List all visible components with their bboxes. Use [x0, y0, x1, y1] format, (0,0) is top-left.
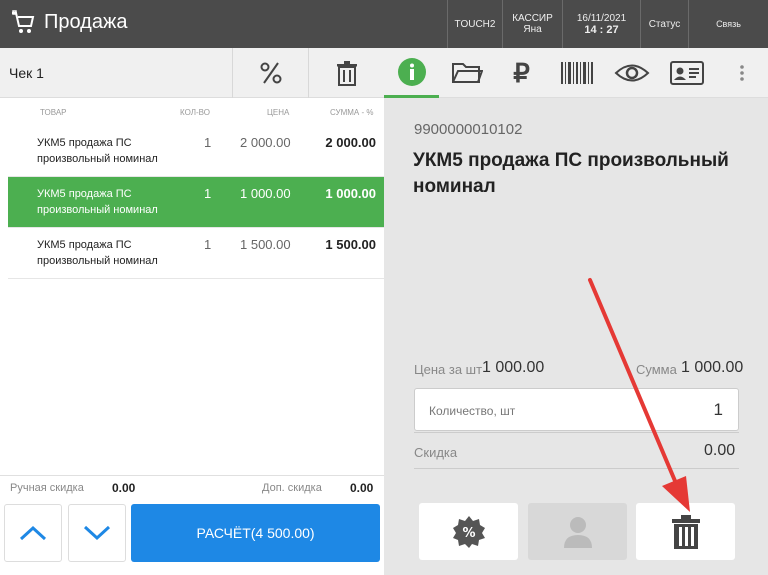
- tab-payment[interactable]: ₽: [494, 48, 549, 98]
- tab-folder[interactable]: [439, 48, 494, 98]
- extra-discount-label: Доп. скидка: [262, 482, 322, 494]
- table-row[interactable]: УКМ5 продажа ПС произвольный номинал 1 2…: [8, 126, 384, 177]
- scroll-down-button[interactable]: [68, 504, 126, 562]
- divider: [0, 475, 384, 476]
- quantity-field[interactable]: Количество, шт 1: [414, 388, 739, 431]
- table-row[interactable]: УКМ5 продажа ПС произвольный номинал 1 1…: [8, 228, 384, 279]
- item-discount-button[interactable]: %: [419, 503, 518, 560]
- check-title: Чек 1: [9, 65, 44, 81]
- date-text: 16/11/2021: [576, 12, 627, 24]
- pay-button[interactable]: РАСЧЁТ(4 500.00): [131, 504, 380, 562]
- clear-check-button[interactable]: [308, 48, 384, 98]
- item-price: 1 500.00: [240, 237, 291, 252]
- terminal-label: TOUCH2: [454, 18, 496, 30]
- tab-view[interactable]: [604, 48, 659, 98]
- check-panel: Чек 1 ТОВАР КОЛ-ВО ЦЕНА СУММА - % УКМ5 п…: [0, 48, 384, 575]
- unit-price-label: Цена за шт: [414, 362, 483, 377]
- tab-info[interactable]: [384, 48, 439, 98]
- divider: [414, 468, 739, 469]
- pay-button-label: РАСЧЁТ(4 500.00): [196, 525, 315, 541]
- item-qty: 1: [204, 186, 212, 201]
- item-qty: 1: [204, 135, 212, 150]
- chevron-down-icon: [83, 525, 111, 541]
- quantity-label: Количество, шт: [429, 404, 516, 418]
- more-menu-button[interactable]: [714, 48, 768, 98]
- percent-icon: [260, 62, 281, 84]
- item-name: УКМ5 продажа ПС произвольный номинал: [37, 137, 158, 165]
- tab-barcode[interactable]: [549, 48, 604, 98]
- check-items: УКМ5 продажа ПС произвольный номинал 1 2…: [8, 126, 384, 279]
- trash-icon: [336, 61, 357, 86]
- sum-value: 1 000.00: [681, 359, 744, 376]
- more-vert-icon: [739, 65, 744, 81]
- unit-price-value: 1 000.00: [482, 359, 545, 376]
- sum-label: Сумма: [636, 362, 677, 377]
- item-qty: 1: [204, 237, 212, 252]
- terminal-name: TOUCH2: [447, 0, 502, 48]
- item-price: 1 000.00: [240, 186, 291, 201]
- quantity-value: 1: [713, 400, 723, 419]
- link-label: Связь: [716, 19, 741, 29]
- discount-value: 0.00: [704, 442, 736, 459]
- top-bar: Продажа TOUCH2 КАССИР Яна 16/11/2021 14 …: [0, 0, 768, 48]
- datetime: 16/11/2021 14 : 27: [562, 0, 640, 48]
- trash-icon: [671, 514, 700, 549]
- link-button[interactable]: Связь: [688, 0, 768, 48]
- col-qty-header: КОЛ-ВО: [180, 108, 210, 117]
- item-title: УКМ5 продажа ПС произвольный номинал: [413, 150, 729, 197]
- eye-icon: [614, 64, 649, 82]
- extra-discount-value: 0.00: [350, 481, 374, 495]
- item-price: 2 000.00: [240, 135, 291, 150]
- check-header: Чек 1: [0, 48, 384, 98]
- ruble-icon: ₽: [513, 57, 530, 88]
- detail-toolbar: ₽: [384, 48, 768, 98]
- check-discount-button[interactable]: [232, 48, 308, 98]
- item-name: УКМ5 продажа ПС произвольный номинал: [37, 239, 158, 267]
- status-label: Статус: [648, 18, 681, 30]
- tab-customer-card[interactable]: [659, 48, 714, 98]
- delete-item-button[interactable]: [636, 503, 735, 560]
- discount-badge-icon: %: [452, 515, 485, 548]
- status-button[interactable]: Статус: [640, 0, 688, 48]
- item-sum: 2 000.00: [325, 135, 376, 150]
- assign-customer-button[interactable]: [528, 503, 627, 560]
- pos-app: Продажа TOUCH2 КАССИР Яна 16/11/2021 14 …: [0, 0, 768, 575]
- col-sum-header: СУММА - %: [330, 108, 374, 117]
- col-price-header: ЦЕНА: [267, 108, 290, 117]
- app-title: Продажа: [44, 11, 128, 33]
- svg-text:%: %: [462, 526, 475, 541]
- col-item-header: ТОВАР: [40, 108, 67, 117]
- item-detail-panel: ₽ 9900000010102 УКМ5 продажа ПС произвол…: [384, 48, 768, 575]
- divider: [414, 432, 739, 433]
- cashier-name: Яна: [523, 24, 542, 35]
- cashier-info: КАССИР Яна: [502, 0, 562, 48]
- person-icon: [563, 516, 592, 548]
- time-text: 14 : 27: [584, 23, 619, 36]
- cart-icon[interactable]: [10, 10, 36, 36]
- barcode-icon: [560, 62, 593, 84]
- manual-discount-value: 0.00: [112, 481, 136, 495]
- manual-discount-label: Ручная скидка: [10, 482, 84, 494]
- folder-icon: [451, 63, 483, 83]
- table-row-selected[interactable]: УКМ5 продажа ПС произвольный номинал 1 1…: [8, 177, 384, 228]
- item-sum: 1 500.00: [325, 237, 376, 252]
- item-name: УКМ5 продажа ПС произвольный номинал: [37, 188, 158, 216]
- chevron-up-icon: [19, 525, 47, 541]
- id-card-icon: [669, 61, 704, 85]
- info-icon: [397, 57, 426, 86]
- item-barcode: 9900000010102: [414, 121, 523, 138]
- discount-label: Скидка: [414, 445, 458, 460]
- item-sum: 1 000.00: [325, 186, 376, 201]
- cashier-label: КАССИР: [512, 13, 553, 24]
- scroll-up-button[interactable]: [4, 504, 62, 562]
